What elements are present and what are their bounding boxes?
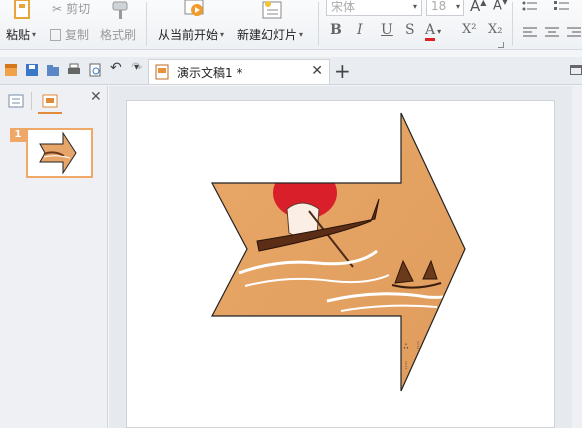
- tab-document-label: 演示文稿1 *: [177, 65, 243, 80]
- format-painter-button[interactable]: 格式刷: [100, 26, 136, 43]
- copy-icon: [50, 28, 61, 41]
- font-size-down-icon[interactable]: A▼: [493, 0, 508, 13]
- copy-button[interactable]: 复制: [50, 26, 89, 43]
- font-name-select[interactable]: 宋体 ▾: [326, 0, 422, 16]
- cut-button[interactable]: ✂ 剪切: [52, 0, 90, 17]
- presentation-icon: [155, 64, 169, 80]
- chevron-down-icon: ▾: [299, 30, 304, 39]
- dialog-launcher-icon[interactable]: [498, 42, 504, 48]
- bullet-list-icon[interactable]: [522, 0, 538, 12]
- print-preview-icon[interactable]: [88, 63, 102, 77]
- close-icon[interactable]: ✕: [311, 63, 323, 79]
- slides-panel: ✕ 1: [0, 86, 108, 428]
- app-menu-icon[interactable]: [4, 63, 18, 77]
- slide-thumbnail[interactable]: [26, 128, 93, 178]
- bold-button[interactable]: B: [330, 22, 342, 38]
- save-icon[interactable]: [25, 63, 39, 77]
- ribbon: 粘贴 ▾ ✂ 剪切 复制 格式刷 从当前开始 ▾ 新建幻灯片 ▾ 宋体 ▾ 18 ▾ …: [0, 0, 582, 50]
- align-left-icon[interactable]: [522, 26, 538, 40]
- slides-icon[interactable]: [42, 94, 58, 108]
- font-size-value: 18: [431, 0, 447, 13]
- new-tab-button[interactable]: +: [334, 59, 351, 83]
- panel-tab-divider: [31, 92, 32, 110]
- slides-tab-underline: [38, 112, 62, 114]
- print-icon[interactable]: [67, 63, 81, 77]
- format-painter-icon[interactable]: [110, 0, 132, 20]
- paste-icon[interactable]: [12, 0, 34, 20]
- vertical-scrollbar[interactable]: [572, 86, 582, 428]
- calligraphy-mark: ∴ ⁞: [403, 341, 421, 352]
- subscript-button[interactable]: X₂: [488, 22, 502, 37]
- paste-label: 粘贴: [6, 28, 31, 42]
- numbered-list-icon[interactable]: [554, 0, 570, 12]
- ribbon-divider: [146, 2, 147, 46]
- arrow-picture[interactable]: ∴ ⁞ ⁞ ∵: [127, 101, 556, 428]
- outline-icon[interactable]: [8, 94, 24, 108]
- strikethrough-button[interactable]: S: [405, 22, 415, 38]
- copy-label: 复制: [65, 28, 90, 42]
- from-current-label: 从当前开始: [158, 28, 219, 42]
- ribbon-divider: [318, 2, 319, 46]
- italic-button[interactable]: I: [357, 22, 363, 38]
- chevron-down-icon: ▾: [437, 27, 442, 36]
- from-current-button[interactable]: 从当前开始 ▾: [158, 26, 224, 43]
- tab-document[interactable]: 演示文稿1 * ✕: [148, 59, 330, 84]
- ribbon-divider: [512, 2, 513, 46]
- chevron-down-icon: ▾: [412, 1, 417, 11]
- font-size-up-icon[interactable]: A▲: [470, 0, 486, 15]
- align-center-icon[interactable]: [544, 26, 560, 40]
- chevron-down-icon: ▾: [455, 1, 460, 11]
- undo-icon[interactable]: ↶: [110, 60, 124, 76]
- window-menu-icon[interactable]: [570, 65, 582, 75]
- font-size-select[interactable]: 18 ▾: [426, 0, 464, 16]
- cut-icon: ✂: [52, 1, 63, 16]
- paste-button[interactable]: 粘贴 ▾: [6, 26, 36, 43]
- tab-bar: ↶ ↷ ▾ 演示文稿1 * ✕ +: [0, 57, 582, 85]
- align-right-icon[interactable]: [566, 26, 582, 40]
- font-color-button[interactable]: A ▾: [425, 22, 442, 41]
- format-painter-label: 格式刷: [100, 28, 137, 42]
- new-slide-icon[interactable]: [260, 0, 284, 20]
- slide-number: 1: [10, 128, 26, 142]
- font-color-label: A: [425, 22, 436, 41]
- folder-icon[interactable]: [46, 63, 60, 77]
- font-name-value: 宋体: [331, 0, 356, 14]
- quick-access-menu-icon[interactable]: ▾: [134, 62, 139, 73]
- chevron-down-icon: ▾: [220, 30, 225, 39]
- thumbnail-arrow-icon: [39, 131, 77, 175]
- slideshow-icon[interactable]: [183, 0, 207, 20]
- slide-canvas[interactable]: ∴ ⁞ ⁞ ∵: [126, 100, 555, 428]
- underline-button[interactable]: U: [381, 22, 393, 38]
- cut-label: 剪切: [66, 2, 91, 16]
- superscript-button[interactable]: X²: [462, 22, 476, 37]
- slide-editor: ∴ ⁞ ⁞ ∵: [109, 86, 572, 428]
- close-icon[interactable]: ✕: [90, 89, 102, 105]
- new-slide-label: 新建幻灯片: [237, 28, 298, 42]
- new-slide-button[interactable]: 新建幻灯片 ▾: [237, 26, 303, 43]
- chevron-down-icon: ▾: [32, 30, 37, 39]
